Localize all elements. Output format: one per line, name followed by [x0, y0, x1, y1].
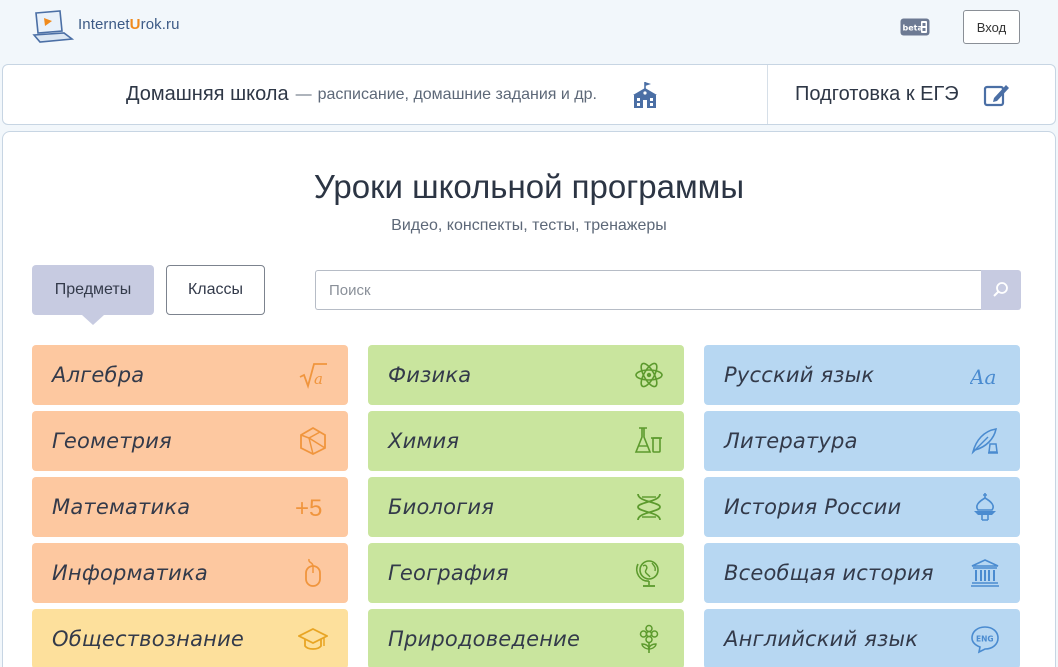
temple-icon: [971, 559, 999, 587]
home-school-title: Домашняя школа: [126, 83, 289, 105]
subject-label: Обществознание: [52, 627, 245, 651]
subject-tile-natural-science[interactable]: Природоведение: [368, 609, 684, 667]
subject-label: Биология: [388, 495, 495, 519]
atom-icon: [635, 362, 663, 388]
subject-tile-mathematics[interactable]: Математика +5: [32, 477, 348, 537]
search-input[interactable]: [315, 270, 982, 310]
logo-prefix: Internet: [78, 15, 130, 33]
home-school-dash: —: [295, 85, 312, 103]
subject-label: Всеобщая история: [724, 561, 934, 585]
tab-subjects[interactable]: Предметы: [32, 265, 154, 325]
search-button[interactable]: [981, 270, 1021, 310]
edit-note-icon: [983, 84, 1009, 106]
page-title: Уроки школьной программы: [313, 168, 745, 205]
subject-label: Алгебра: [52, 363, 145, 387]
logo-text: InternetUrok.ru: [78, 16, 180, 33]
page-subtitle: Видео, конспекты, тесты, тренажеры: [391, 217, 667, 234]
dna-icon: [637, 493, 661, 521]
subject-tile-english[interactable]: Английский язык ENG: [704, 609, 1020, 667]
beta-toggle-icon[interactable]: beta: [900, 18, 930, 36]
subject-tile-russian[interactable]: Русский язык Aa: [704, 345, 1020, 405]
login-button[interactable]: Вход: [963, 10, 1020, 44]
subject-label: История России: [724, 495, 902, 519]
subject-label: Английский язык: [724, 627, 919, 651]
globe-icon: [635, 560, 659, 587]
subject-tile-chemistry[interactable]: Химия: [368, 411, 684, 471]
flower-icon: [639, 624, 659, 653]
subject-tile-geography[interactable]: География: [368, 543, 684, 603]
subject-tile-russian-history[interactable]: История России: [704, 477, 1020, 537]
subject-label: Геометрия: [52, 429, 172, 453]
ege-prep-link[interactable]: Подготовка к ЕГЭ: [768, 65, 1055, 124]
logo-suffix: rok.ru: [140, 15, 180, 33]
subject-tile-world-history[interactable]: Всеобщая история: [704, 543, 1020, 603]
subject-label: Информатика: [52, 561, 208, 585]
church-dome-icon: [974, 493, 996, 521]
subject-tile-social-studies[interactable]: Обществознание: [32, 609, 348, 667]
home-school-link[interactable]: Домашняя школа — расписание, домашние за…: [3, 65, 768, 124]
subject-tile-geometry[interactable]: Геометрия: [32, 411, 348, 471]
subject-label: Физика: [388, 363, 472, 387]
site-logo[interactable]: InternetUrok.ru: [30, 9, 180, 45]
subject-tile-literature[interactable]: Литература: [704, 411, 1020, 471]
graduation-cap-icon: [298, 627, 328, 650]
subject-tile-algebra[interactable]: Алгебра a: [32, 345, 348, 405]
plus-five-icon: +5: [295, 495, 322, 522]
beta-label: beta: [903, 24, 923, 33]
subject-label: Химия: [388, 429, 460, 453]
ege-prep-title: Подготовка к ЕГЭ: [795, 83, 959, 105]
subject-label: Литература: [724, 429, 858, 453]
polyhedron-icon: [300, 426, 326, 456]
letters-icon: Aa: [970, 365, 996, 389]
lessons-card: Уроки школьной программы Видео, конспект…: [2, 131, 1056, 667]
top-navigation: Домашняя школа — расписание, домашние за…: [2, 64, 1056, 125]
laptop-logo-icon: [32, 10, 74, 43]
tab-classes[interactable]: Классы: [166, 265, 265, 315]
subject-label: География: [388, 561, 509, 585]
flask-icon: [634, 427, 662, 453]
subject-tile-physics[interactable]: Физика: [368, 345, 684, 405]
subject-label: Природоведение: [388, 627, 581, 651]
eng-text: ENG: [976, 635, 994, 644]
svg-text:a: a: [314, 370, 323, 388]
search-icon: [993, 282, 1008, 297]
logo-accent: U: [129, 15, 141, 33]
plus-five-text: +5: [295, 495, 322, 522]
letters-text: Aa: [970, 365, 996, 389]
site-header: InternetUrok.ru beta Вход: [0, 0, 1058, 60]
quill-icon: [971, 428, 998, 455]
square-root-icon: a: [299, 363, 327, 389]
subject-label: Математика: [52, 495, 191, 519]
school-building-icon: [632, 81, 657, 108]
subject-label: Русский язык: [724, 363, 875, 387]
subject-tile-biology[interactable]: Биология: [368, 477, 684, 537]
eng-bubble-icon: ENG: [971, 626, 999, 654]
home-school-subtitle: расписание, домашние задания и др.: [317, 85, 597, 103]
mouse-icon: [305, 558, 321, 587]
subject-tile-informatics[interactable]: Информатика: [32, 543, 348, 603]
